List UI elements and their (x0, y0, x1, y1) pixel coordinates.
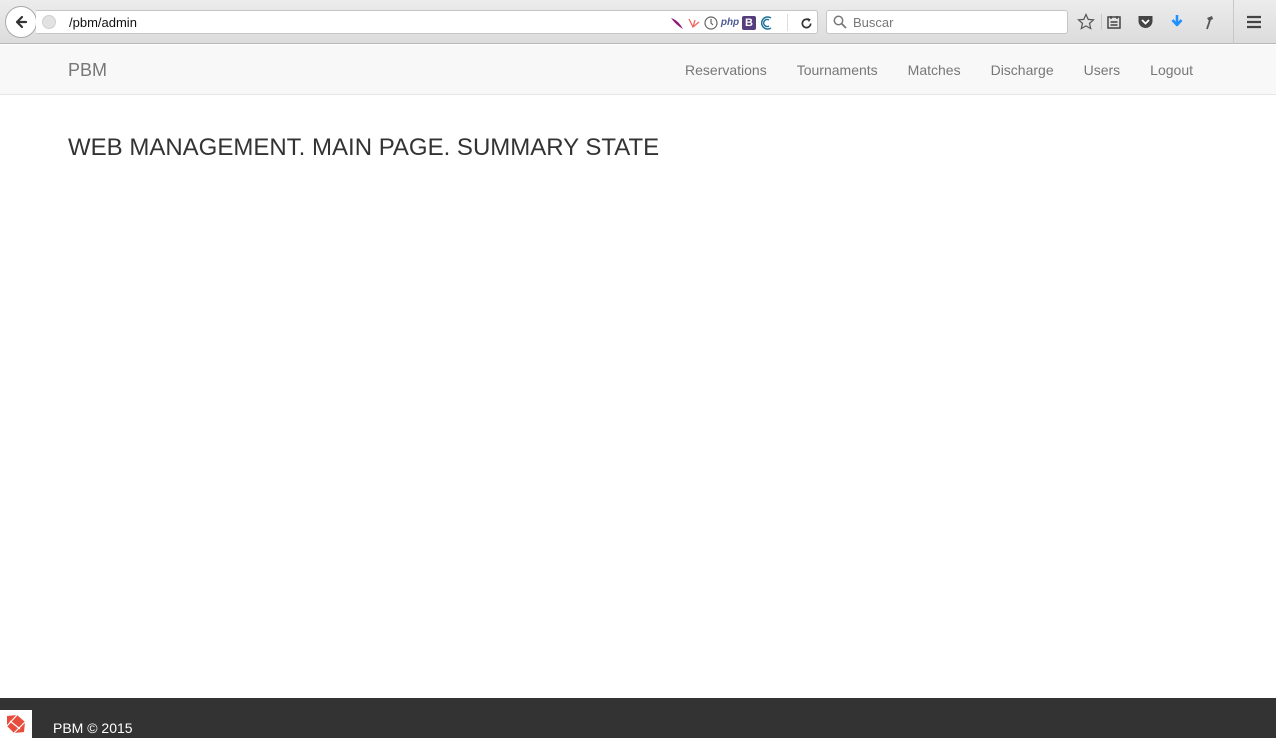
page-title: WEB MANAGEMENT. MAIN PAGE. SUMMARY STATE (68, 134, 660, 161)
bootstrap-icon[interactable]: B (742, 15, 756, 30)
brand-link[interactable]: PBM (68, 60, 107, 81)
hamburger-menu-icon[interactable] (1244, 12, 1264, 32)
footer: PBM © 2015 (0, 698, 1276, 738)
url-separator (787, 14, 788, 31)
reload-button[interactable] (796, 13, 816, 33)
globe-icon (42, 15, 56, 29)
laravel-icon[interactable] (687, 16, 701, 30)
reading-list-icon[interactable] (1104, 12, 1124, 32)
search-input[interactable] (853, 14, 1058, 31)
toolbar-separator (1101, 14, 1102, 30)
nav-link-tournaments[interactable]: Tournaments (782, 45, 893, 95)
search-bar[interactable] (826, 10, 1068, 34)
url-text[interactable]: /pbm/admin (69, 15, 137, 30)
nav-links: Reservations Tournaments Matches Dischar… (670, 45, 1208, 95)
feather-icon[interactable] (670, 16, 684, 30)
url-bar[interactable]: /pbm/admin php B (36, 10, 818, 34)
footer-copyright: PBM © 2015 (53, 720, 133, 736)
wordpress-icon[interactable] (759, 15, 773, 30)
arrow-left-icon (15, 15, 28, 29)
menu-separator (1233, 0, 1234, 44)
hammer-icon[interactable] (1199, 12, 1219, 32)
php-icon[interactable]: php (721, 16, 739, 30)
nav-link-discharge[interactable]: Discharge (976, 45, 1069, 95)
download-icon[interactable] (1167, 12, 1187, 32)
back-button[interactable] (5, 6, 37, 38)
search-icon (833, 15, 847, 29)
nav-link-logout[interactable]: Logout (1135, 45, 1208, 95)
reload-icon (801, 17, 812, 28)
browser-toolbar: /pbm/admin php B (0, 0, 1276, 44)
nav-link-reservations[interactable]: Reservations (670, 45, 782, 95)
extension-icons: php B (670, 14, 773, 31)
clock-icon[interactable] (704, 15, 718, 30)
nav-link-users[interactable]: Users (1069, 45, 1136, 95)
navbar: PBM Reservations Tournaments Matches Dis… (0, 45, 1276, 95)
pocket-icon[interactable] (1135, 12, 1155, 32)
laravel-logo-icon (0, 710, 32, 738)
nav-link-matches[interactable]: Matches (893, 45, 976, 95)
bookmark-star-icon[interactable] (1076, 12, 1096, 32)
